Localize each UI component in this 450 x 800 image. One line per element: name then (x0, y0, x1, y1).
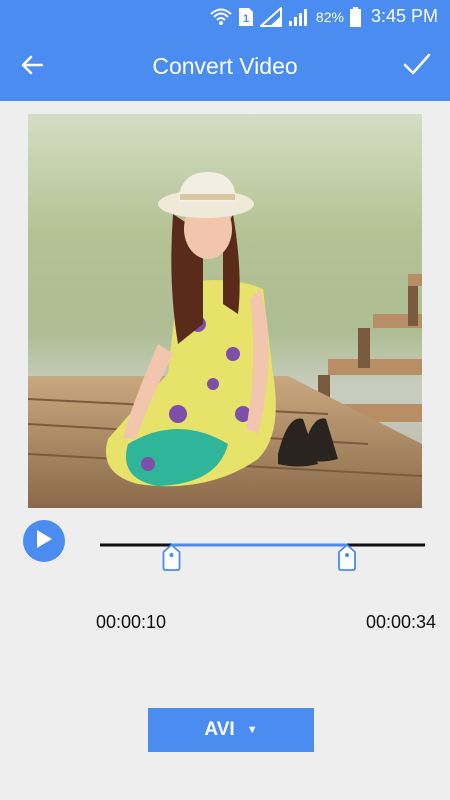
page-title: Convert Video (152, 53, 298, 79)
trim-start-time: 00:00:10 (96, 612, 167, 632)
trim-timeline[interactable] (100, 528, 425, 578)
app-bar: 1 82% 3:45 PM Convert Video (0, 0, 450, 101)
sim-label: 1 (243, 13, 249, 25)
battery-percent: 82% (315, 8, 344, 25)
play-button[interactable] (23, 520, 65, 562)
trim-track[interactable] (100, 528, 425, 578)
video-preview[interactable] (28, 114, 422, 508)
trim-start-handle[interactable] (162, 543, 181, 571)
format-label: AVI (204, 719, 235, 740)
wifi-icon (210, 8, 232, 26)
sim-icon: 1 (238, 7, 254, 27)
title-row: Convert Video (0, 33, 450, 101)
battery-icon (349, 6, 361, 27)
trim-end-time: 00:00:34 (366, 612, 437, 632)
play-icon (35, 529, 53, 554)
signal-icon (259, 6, 282, 27)
check-icon (403, 53, 431, 80)
confirm-button[interactable] (398, 47, 436, 85)
signal-icon (288, 7, 310, 27)
trim-end-handle[interactable] (338, 543, 356, 571)
format-dropdown[interactable]: AVI ▼ (148, 708, 314, 752)
status-time: 3:45 PM (370, 6, 438, 26)
video-frame-image (28, 114, 422, 508)
caret-down-icon: ▼ (246, 724, 258, 736)
status-bar: 1 82% 3:45 PM (0, 0, 450, 33)
